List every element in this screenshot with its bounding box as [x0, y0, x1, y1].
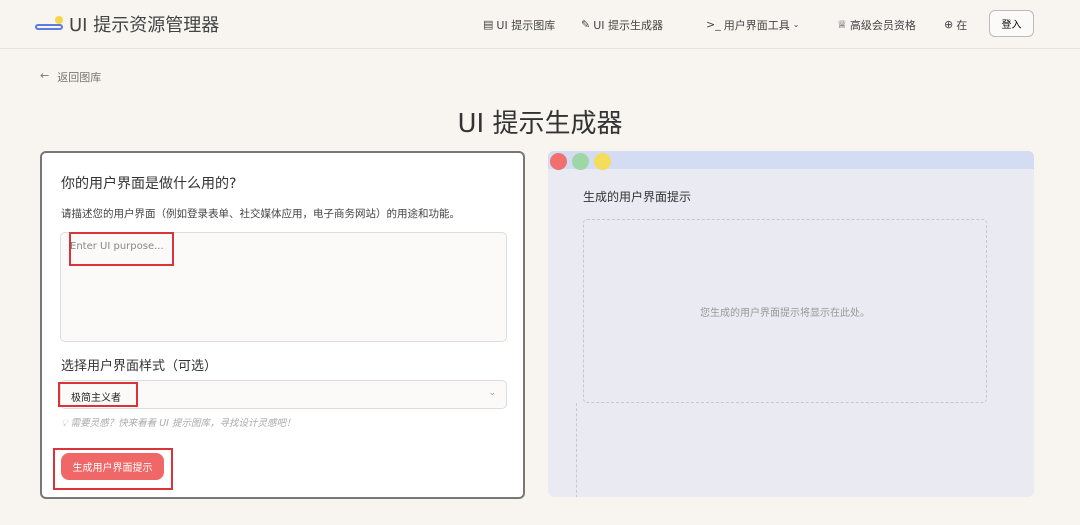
green-dot-icon [572, 153, 589, 170]
highlight-box [69, 232, 174, 266]
red-dot-icon [550, 153, 567, 170]
output-title: 生成的用户界面提示 [583, 190, 692, 204]
page-title: UI 提示生成器 [457, 109, 623, 139]
purpose-description: 请描述您的用户界面（例如登录表单、社交媒体应用，电子商务网站）的用途和功能。 [61, 208, 460, 220]
logo[interactable]: UI 提示资源管理器 [35, 11, 219, 37]
logo-icon [35, 16, 65, 32]
language-selector[interactable]: ⊕ 在 [944, 17, 967, 33]
highlight-box [58, 382, 138, 407]
form-panel: 你的用户界面是做什么用的? 请描述您的用户界面（例如登录表单、社交媒体应用，电子… [40, 151, 525, 499]
terminal-icon: >_ [706, 18, 721, 31]
output-panel: 生成的用户界面提示 您生成的用户界面提示将显示在此处。 [548, 151, 1034, 497]
window-bar [548, 151, 1034, 170]
yellow-dot-icon [594, 153, 611, 170]
inspiration-hint: 💡︎ 需要灵感？快来看看 UI 提示图库，寻找设计灵感吧！ [61, 418, 296, 429]
gallery-icon: ▤ [483, 18, 494, 31]
chevron-down-icon: ⌄ [488, 388, 496, 398]
login-button[interactable]: 登入 [989, 10, 1034, 37]
chevron-down-icon: ⌄ [792, 20, 800, 29]
nav-tools[interactable]: >_ 用户界面工具 ⌄ [706, 17, 799, 33]
nav-gallery[interactable]: ▤ UI 提示图库 [483, 17, 555, 33]
app-title: UI 提示资源管理器 [69, 15, 220, 36]
magic-icon: ✎ [581, 18, 591, 31]
output-box: 您生成的用户界面提示将显示在此处。 [583, 219, 987, 403]
arrow-left-icon: ← [40, 69, 50, 82]
crown-icon: ♕ [837, 18, 847, 31]
nav-generator[interactable]: ✎ UI 提示生成器 [581, 17, 663, 33]
output-placeholder: 您生成的用户界面提示将显示在此处。 [700, 307, 870, 319]
style-label: 选择用户界面样式（可选） [61, 359, 218, 374]
lightbulb-icon: 💡︎ [61, 418, 71, 429]
nav-premium[interactable]: ♕ 高级会员资格 [837, 17, 916, 33]
highlight-box [53, 448, 173, 490]
back-link[interactable]: ← 返回图库 [40, 69, 101, 85]
purpose-question: 你的用户界面是做什么用的? [61, 176, 237, 192]
divider [576, 403, 577, 497]
globe-icon: ⊕ [944, 18, 954, 31]
header: UI 提示资源管理器 ▤ UI 提示图库 ✎ UI 提示生成器 >_ 用户界面工具 ⌄ … [0, 0, 1080, 49]
